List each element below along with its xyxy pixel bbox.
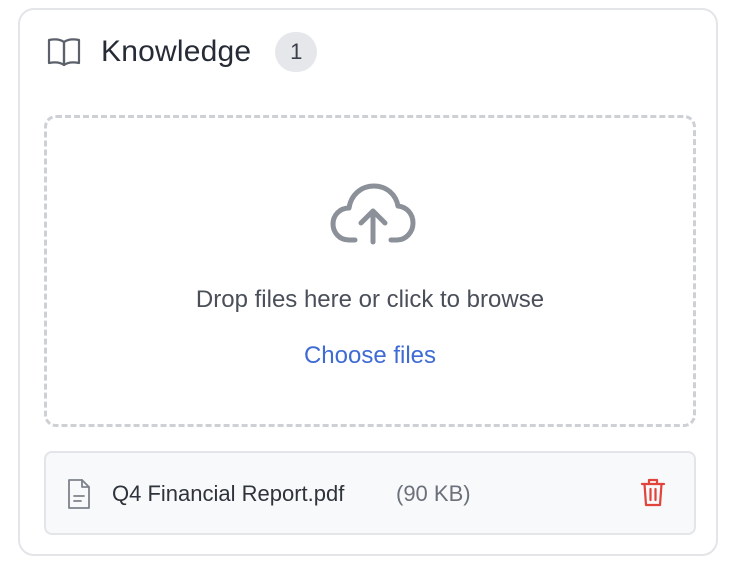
file-name: Q4 Financial Report.pdf: [112, 481, 345, 506]
cloud-upload-icon: [329, 180, 417, 250]
file-size: (90 KB): [396, 481, 471, 506]
choose-files-link[interactable]: Choose files: [47, 342, 693, 370]
book-open-icon: [46, 34, 82, 70]
knowledge-panel: Knowledge 1 Drop files here or click to …: [18, 8, 718, 556]
file-text-icon: [66, 478, 92, 510]
file-list-item: Q4 Financial Report.pdf (90 KB): [44, 451, 696, 535]
delete-file-button[interactable]: [638, 477, 668, 511]
knowledge-count-badge: 1: [275, 32, 318, 72]
file-dropzone[interactable]: Drop files here or click to browse Choos…: [44, 115, 696, 427]
dropzone-instruction: Drop files here or click to browse: [195, 286, 545, 313]
knowledge-title: Knowledge: [101, 35, 252, 68]
trash-icon: [640, 477, 666, 512]
knowledge-header: Knowledge 1: [46, 32, 318, 72]
